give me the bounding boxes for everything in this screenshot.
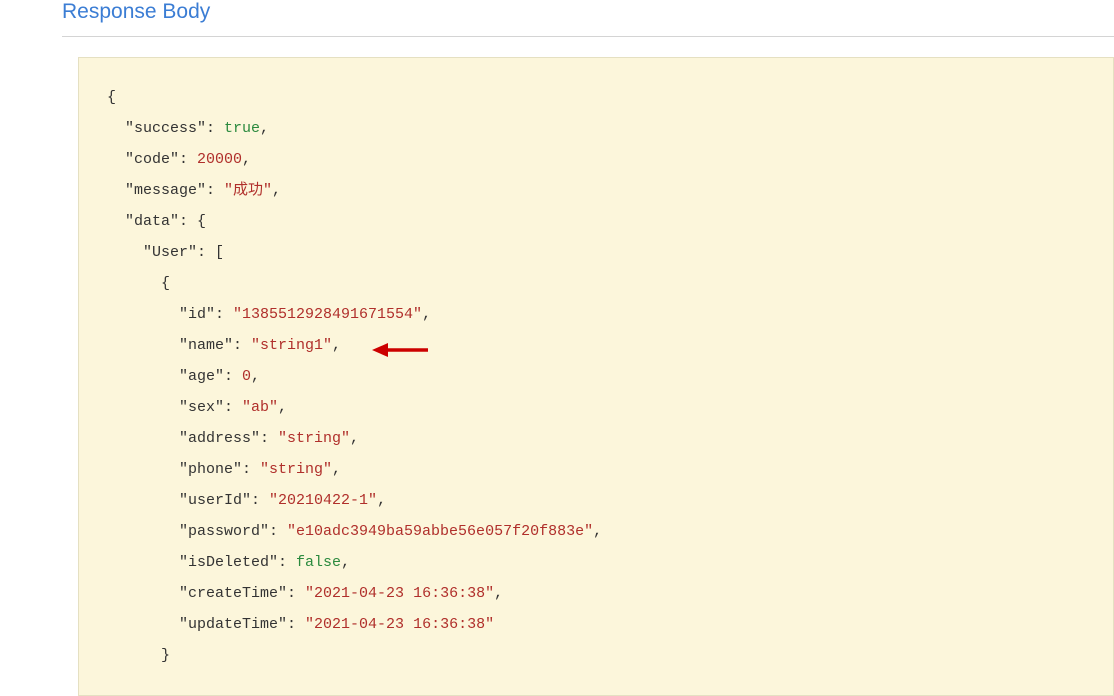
json-line: "password": "e10adc3949ba59abbe56e057f20… xyxy=(107,516,1085,547)
json-line: "age": 0, xyxy=(107,361,1085,392)
json-line: "isDeleted": false, xyxy=(107,547,1085,578)
json-line: "code": 20000, xyxy=(107,144,1085,175)
json-value: 0 xyxy=(242,368,251,385)
json-line: "id": "1385512928491671554", xyxy=(107,299,1085,330)
json-value: "2021-04-23 16:36:38" xyxy=(305,585,494,602)
json-line: "sex": "ab", xyxy=(107,392,1085,423)
json-line: "phone": "string", xyxy=(107,454,1085,485)
json-value: "e10adc3949ba59abbe56e057f20f883e" xyxy=(287,523,593,540)
json-key: "isDeleted" xyxy=(179,554,278,571)
json-line: "User": [ xyxy=(107,237,1085,268)
json-key: "sex" xyxy=(179,399,224,416)
json-key: "age" xyxy=(179,368,224,385)
json-line: { xyxy=(107,82,1085,113)
json-value: "20210422-1" xyxy=(269,492,377,509)
json-key: "success" xyxy=(125,120,206,137)
json-value: "string" xyxy=(260,461,332,478)
json-line: "userId": "20210422-1", xyxy=(107,485,1085,516)
json-key: "address" xyxy=(179,430,260,447)
json-value: "string" xyxy=(278,430,350,447)
section-divider xyxy=(62,36,1114,37)
json-value: "2021-04-23 16:36:38" xyxy=(305,616,494,633)
json-value: "成功" xyxy=(224,182,272,199)
json-key: "updateTime" xyxy=(179,616,287,633)
json-line: "name": "string1", xyxy=(107,330,1085,361)
json-key: "phone" xyxy=(179,461,242,478)
brace-open: { xyxy=(107,89,116,106)
json-value: true xyxy=(224,120,260,137)
json-value: "ab" xyxy=(242,399,278,416)
json-key: "password" xyxy=(179,523,269,540)
json-key: "userId" xyxy=(179,492,251,509)
json-line: { xyxy=(107,268,1085,299)
json-line: "updateTime": "2021-04-23 16:36:38" xyxy=(107,609,1085,640)
json-key: "data" xyxy=(125,213,179,230)
json-line: "createTime": "2021-04-23 16:36:38", xyxy=(107,578,1085,609)
response-body-container: Response Body { "success": true, "code":… xyxy=(0,0,1114,696)
json-value: 20000 xyxy=(197,151,242,168)
section-title: Response Body xyxy=(50,0,1114,24)
json-key: "code" xyxy=(125,151,179,168)
json-value: "string1" xyxy=(251,337,332,354)
json-line: "data": { xyxy=(107,206,1085,237)
json-key: "createTime" xyxy=(179,585,287,602)
json-line: "message": "成功", xyxy=(107,175,1085,206)
json-key: "message" xyxy=(125,182,206,199)
json-key: "name" xyxy=(179,337,233,354)
json-value: "1385512928491671554" xyxy=(233,306,422,323)
json-key: "id" xyxy=(179,306,215,323)
json-key: "User" xyxy=(143,244,197,261)
json-line: "success": true, xyxy=(107,113,1085,144)
json-line: "address": "string", xyxy=(107,423,1085,454)
json-code-panel: { "success": true, "code": 20000, "messa… xyxy=(78,57,1114,696)
json-line: } xyxy=(107,640,1085,671)
json-value: false xyxy=(296,554,341,571)
